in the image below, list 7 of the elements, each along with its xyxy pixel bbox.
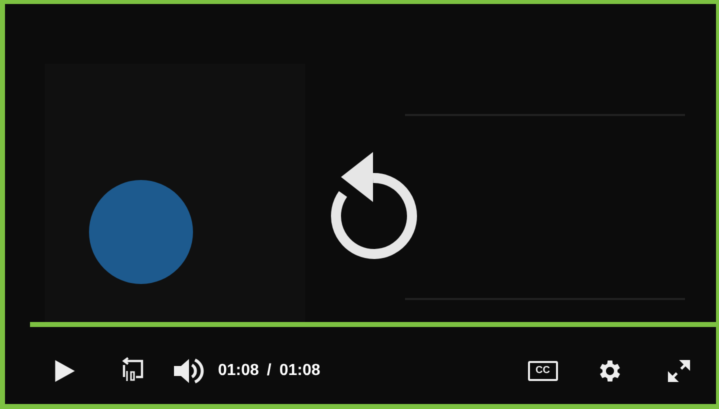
time-separator: /: [266, 361, 272, 381]
duration: 01:08: [279, 361, 320, 381]
volume-icon: [172, 357, 204, 385]
play-icon: [54, 359, 76, 383]
fullscreen-icon: [666, 358, 692, 384]
current-time: 01:08: [218, 361, 259, 381]
captions-button[interactable]: CC: [528, 361, 558, 381]
